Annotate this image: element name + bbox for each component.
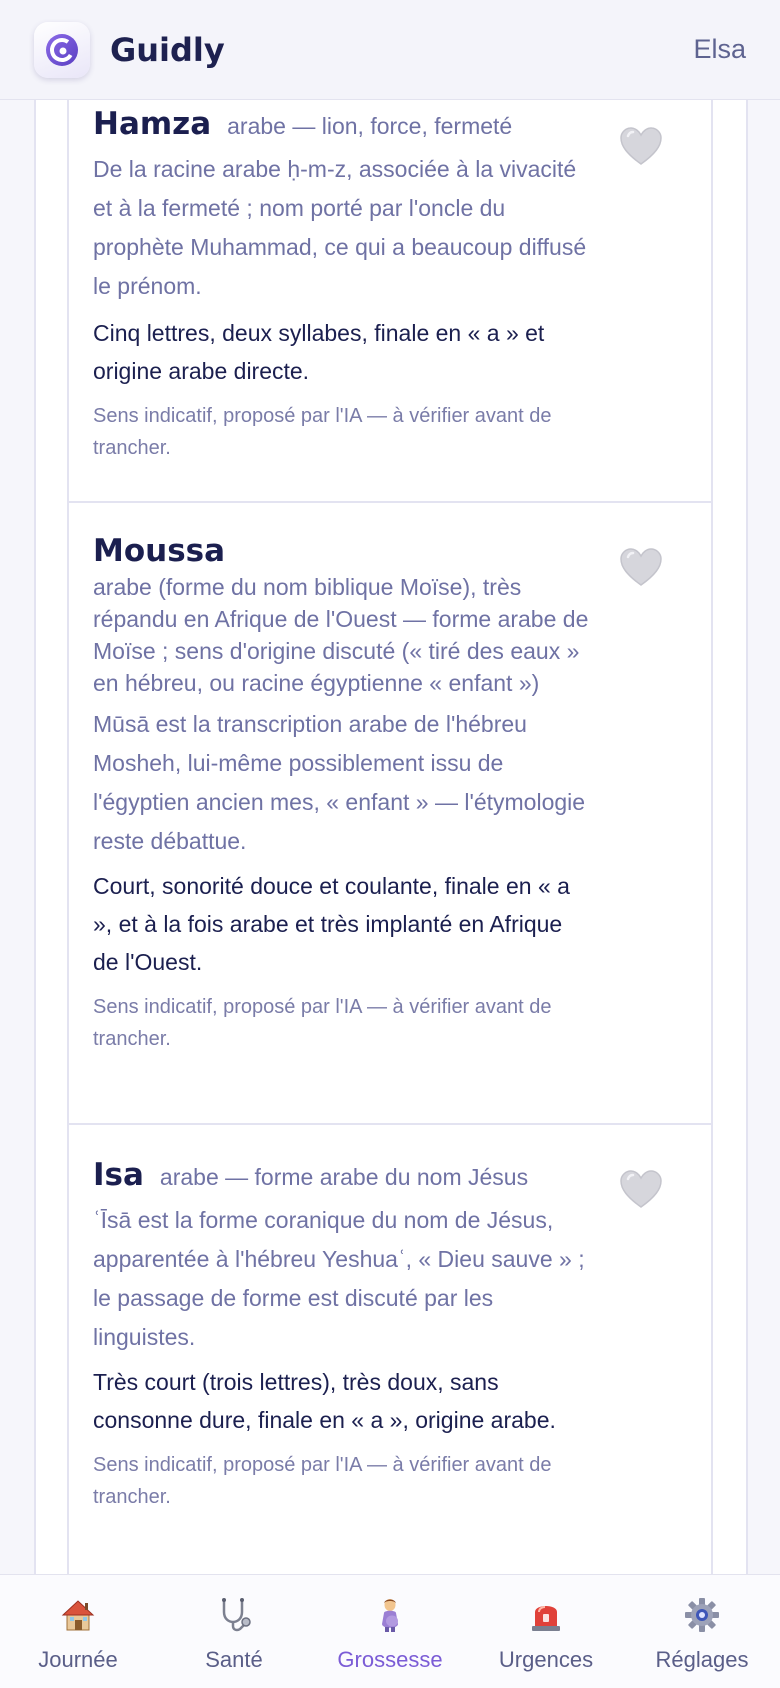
tab-label: Réglages bbox=[655, 1647, 749, 1672]
tab-journee[interactable]: Journée bbox=[0, 1575, 156, 1688]
name-card: Isa arabe — forme arabe du nom Jésus ʿĪs… bbox=[67, 1125, 713, 1574]
name-card: Hamza arabe — lion, force, fermeté De la… bbox=[67, 100, 713, 503]
name-origin: arabe — forme arabe du nom Jésus bbox=[159, 1164, 529, 1190]
ai-disclaimer: Sens indicatif, proposé par l'IA — à vér… bbox=[93, 405, 552, 459]
name-title: Hamza bbox=[93, 106, 212, 142]
name-etymology: ʿĪsā est la forme coranique du nom de Jé… bbox=[93, 1207, 585, 1350]
name-why: Court, sonorité douce et coulante, final… bbox=[93, 873, 570, 975]
tab-label: Santé bbox=[205, 1647, 263, 1672]
logo-icon bbox=[46, 33, 78, 66]
name-list-scroll[interactable]: Hamza arabe — lion, force, fermeté De la… bbox=[0, 100, 780, 1574]
app-title: Guidly bbox=[110, 30, 225, 69]
name-title: Moussa bbox=[93, 533, 226, 569]
tab-sante[interactable]: Santé bbox=[156, 1575, 312, 1688]
tab-urgences[interactable]: Urgences bbox=[468, 1575, 624, 1688]
bottom-tab-bar: Journée Santé Grossesse Urgences Réglage… bbox=[0, 1574, 780, 1688]
app-header: Guidly Elsa bbox=[0, 0, 780, 100]
tab-reglages[interactable]: Réglages bbox=[624, 1575, 780, 1688]
name-card: Moussa arabe (forme du nom biblique Moïs… bbox=[67, 503, 713, 1125]
name-origin: arabe (forme du nom biblique Moïse), trè… bbox=[93, 574, 589, 696]
name-etymology: De la racine arabe ḥ-m-z, associée à la … bbox=[93, 156, 587, 299]
user-name[interactable]: Elsa bbox=[693, 34, 746, 65]
favorite-heart-icon[interactable] bbox=[619, 547, 663, 587]
gear-icon bbox=[682, 1595, 722, 1635]
tab-label: Grossesse bbox=[337, 1647, 443, 1672]
tab-label: Urgences bbox=[498, 1647, 594, 1672]
tab-label: Journée bbox=[38, 1647, 118, 1672]
app-logo[interactable] bbox=[34, 21, 90, 78]
tab-grossesse[interactable]: Grossesse bbox=[312, 1575, 468, 1688]
ai-disclaimer: Sens indicatif, proposé par l'IA — à vér… bbox=[93, 1454, 552, 1508]
pregnant-woman-icon bbox=[370, 1595, 410, 1635]
siren-icon bbox=[526, 1595, 566, 1635]
name-title: Isa bbox=[93, 1157, 144, 1193]
ai-disclaimer: Sens indicatif, proposé par l'IA — à vér… bbox=[93, 996, 552, 1050]
name-origin: arabe — lion, force, fermeté bbox=[227, 113, 513, 139]
house-icon bbox=[58, 1595, 98, 1635]
name-why: Très court (trois lettres), très doux, s… bbox=[93, 1369, 556, 1433]
favorite-heart-icon[interactable] bbox=[619, 1169, 663, 1209]
name-why: Cinq lettres, deux syllabes, finale en «… bbox=[93, 320, 545, 384]
name-etymology: Mūsā est la transcription arabe de l'héb… bbox=[93, 711, 586, 854]
favorite-heart-icon[interactable] bbox=[619, 126, 663, 166]
stethoscope-icon bbox=[214, 1595, 254, 1635]
